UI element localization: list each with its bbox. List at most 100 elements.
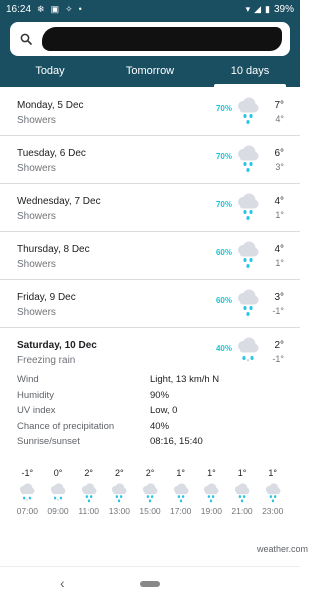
svg-text:*: * (57, 499, 59, 503)
hourly-temp: 2° (115, 468, 124, 478)
day-name: Tuesday, 6 Dec (17, 148, 86, 159)
rain-icon (234, 483, 250, 503)
status-time: 16:24 (6, 3, 32, 15)
tab-10-days[interactable]: 10 days (200, 58, 300, 87)
detail-label: Wind (17, 374, 39, 385)
hourly-time: 15:00 (139, 506, 161, 516)
hourly-temp: 2° (145, 468, 155, 478)
detail-label: UV index (17, 405, 56, 417)
tab-tomorrow[interactable]: Tomorrow (100, 58, 200, 87)
hourly-item: 1° 19:00 (196, 466, 227, 521)
signal-icon: ◢ (254, 3, 262, 14)
detail-row: Chance of precipitation 40% (17, 421, 287, 437)
hourly-temp: -1° (21, 468, 34, 478)
day-condition: Showers (17, 211, 56, 222)
high-temp: 2° (274, 340, 284, 351)
detail-row: Sunrise/sunset 08:16, 15:40 (17, 436, 287, 452)
hourly-item: 2° 11:00 (73, 466, 104, 521)
rain-icon (173, 483, 189, 503)
photo-icon: ▣ (50, 3, 60, 14)
day-name: Thursday, 8 Dec (17, 244, 90, 255)
back-icon[interactable]: ‹ (60, 575, 65, 591)
detail-value: 40% (150, 420, 170, 432)
detail-value: 08:16, 15:40 (150, 436, 203, 448)
day-row[interactable]: Thursday, 8 Dec Showers 60% 4° 1° (0, 232, 300, 280)
freezing-rain-icon: * (50, 483, 66, 503)
precip-chance: 70% (215, 200, 232, 209)
hourly-item: 1° 21:00 (227, 466, 258, 521)
detail-label: Sunrise/sunset (17, 436, 80, 448)
detail-row: Wind Light, 13 km/h N (17, 374, 287, 390)
search-input[interactable] (10, 22, 290, 56)
home-handle[interactable] (140, 581, 160, 587)
app-header: 16:24 ❄ ▣ ✧ • ▾ ◢ ▮ 39% Today Tomorrow 1… (0, 0, 300, 87)
hourly-temp: 2° (84, 468, 93, 478)
precip-chance: 60% (215, 248, 232, 257)
hourly-forecast[interactable]: -1° * 07:00 0° * 09:00 2° 11:00 2° 13:00 2° 15:00 1°… (12, 466, 288, 521)
high-temp: 3° (274, 292, 284, 303)
freezing-rain-icon: * (238, 337, 259, 365)
detail-value: Light, 13 km/h N (150, 374, 220, 385)
snowflake-icon: ❄ (37, 3, 45, 14)
hourly-item: 2° 13:00 (104, 466, 135, 521)
search-icon (20, 33, 32, 45)
rain-icon (265, 483, 281, 503)
hourly-time: 09:00 (47, 506, 69, 516)
detail-value: 90% (150, 389, 170, 401)
day-name: Wednesday, 7 Dec (17, 196, 101, 207)
rain-icon (204, 483, 219, 503)
svg-text:*: * (26, 499, 28, 503)
day-row[interactable]: Friday, 9 Dec Showers 60% 3° -1° (0, 280, 300, 328)
day-condition: Showers (17, 115, 56, 126)
forecast-tabs: Today Tomorrow 10 days (0, 58, 300, 87)
redacted-search-text (42, 27, 282, 51)
precip-chance: 70% (215, 152, 232, 161)
precip-chance: 40% (215, 344, 232, 353)
day-details: Wind Light, 13 km/h N Humidity 90% UV index L… (17, 374, 287, 452)
low-temp: 4° (275, 114, 284, 124)
hourly-temp: 1° (207, 468, 216, 478)
low-temp: -1° (272, 354, 284, 364)
hourly-time: 11:00 (78, 506, 99, 516)
hourly-item: 1° 17:00 (165, 466, 196, 521)
day-row[interactable]: Wednesday, 7 Dec Showers 70% 4° 1° (0, 184, 300, 232)
hourly-temp: 1° (268, 468, 278, 478)
day-condition: Showers (17, 307, 56, 318)
day-row[interactable]: Monday, 5 Dec Showers 70% 7° 4° (0, 88, 300, 136)
hourly-time: 19:00 (200, 506, 222, 516)
tab-today[interactable]: Today (0, 58, 100, 87)
detail-row: Humidity 90% (17, 390, 287, 406)
hourly-item: 1° 23:00 (257, 466, 288, 521)
system-nav-bar: ‹ (0, 566, 300, 600)
day-row[interactable]: Tuesday, 6 Dec Showers 70% 6° 3° (0, 136, 300, 184)
detail-value: Low, 0 (150, 405, 178, 417)
low-temp: 3° (275, 162, 284, 172)
hourly-time: 07:00 (16, 506, 38, 516)
hourly-time: 21:00 (231, 506, 253, 516)
rain-icon (142, 483, 158, 503)
high-temp: 7° (274, 100, 284, 111)
detail-label: Chance of precipitation (17, 420, 115, 432)
day-condition: Showers (17, 163, 56, 174)
hourly-item: 2° 15:00 (135, 466, 166, 521)
status-bar: 16:24 ❄ ▣ ✧ • ▾ ◢ ▮ 39% (0, 0, 300, 18)
detail-row: UV index Low, 0 (17, 405, 287, 421)
rain-icon (81, 483, 97, 503)
hourly-temp: 1° (237, 468, 247, 478)
day-name: Monday, 5 Dec (17, 100, 84, 111)
rain-icon (112, 483, 127, 503)
source-link[interactable]: weather.com (257, 544, 308, 554)
low-temp: -1° (272, 306, 284, 316)
day-row[interactable]: Saturday, 10 Dec Freezing rain 40% * 2° -1° (0, 328, 300, 374)
hourly-temp: 1° (176, 468, 185, 478)
dot-icon: • (78, 3, 82, 14)
active-tab-indicator (214, 84, 286, 87)
low-temp: 1° (275, 258, 284, 268)
wifi-icon: ▾ (245, 3, 251, 14)
hourly-time: 13:00 (108, 506, 130, 516)
rain-showers-icon (238, 145, 259, 172)
precip-chance: 60% (215, 296, 232, 305)
freezing-rain-icon: * (20, 483, 35, 503)
hourly-item: 0° * 09:00 (43, 466, 74, 521)
high-temp: 6° (274, 148, 284, 159)
